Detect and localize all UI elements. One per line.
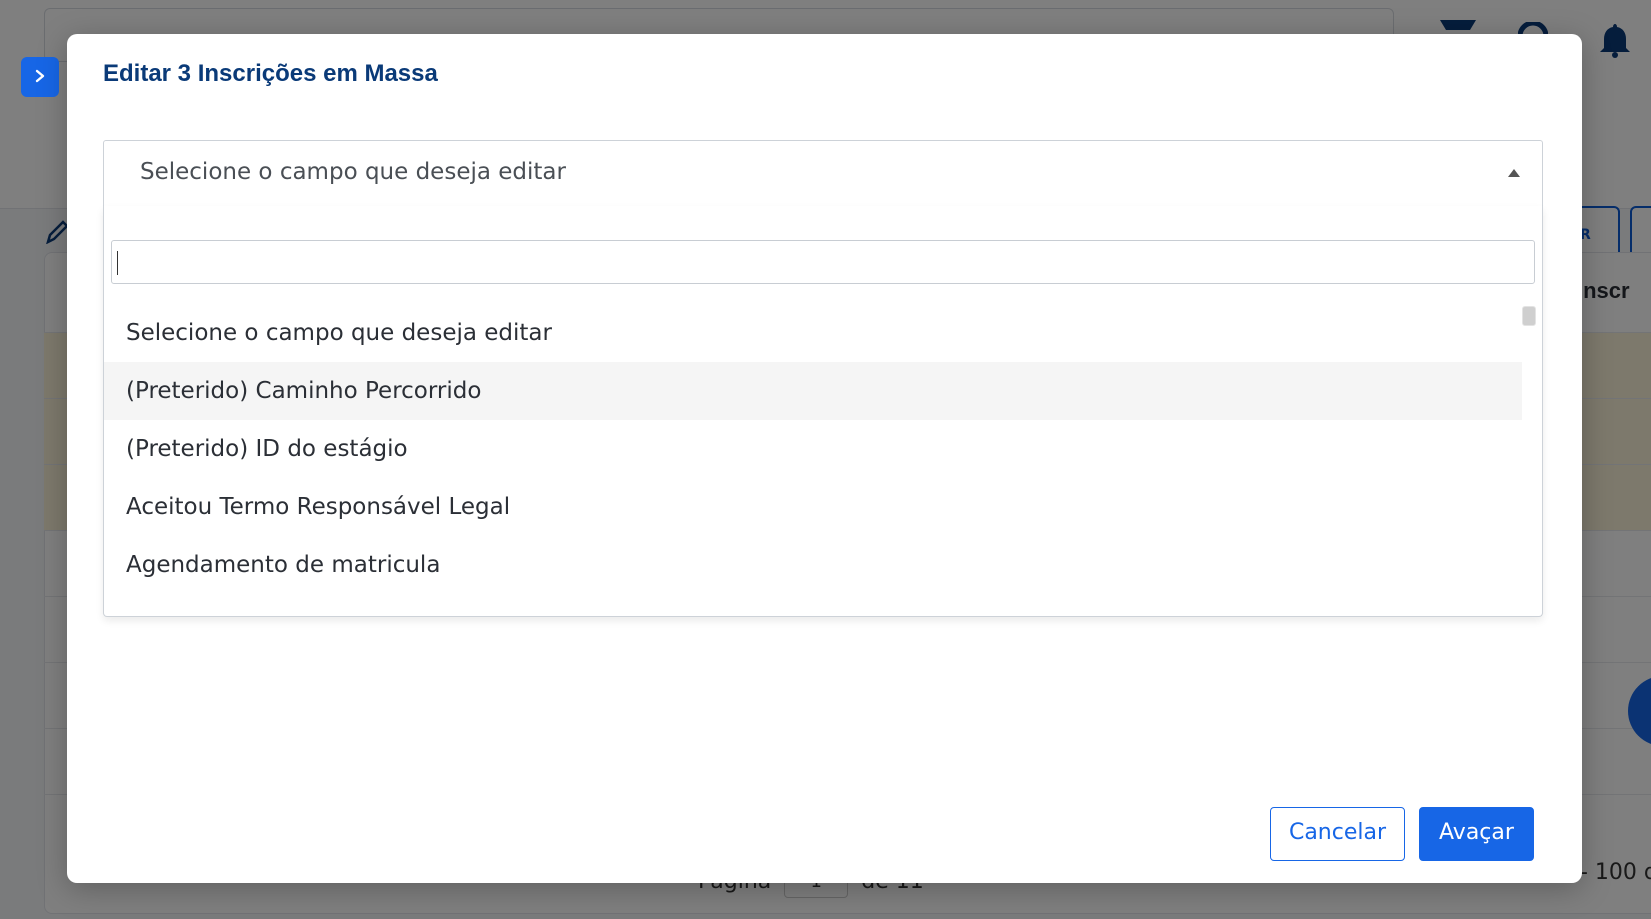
options-list: Selecione o campo que deseja editar (Pre… [104,304,1522,594]
list-item[interactable]: Agendamento de matricula [104,536,1522,594]
list-item[interactable]: (Preterido) ID do estágio [104,420,1522,478]
list-item[interactable]: Aceitou Termo Responsável Legal [104,478,1522,536]
dropdown-search-input[interactable] [111,240,1535,284]
dropdown-scrollbar[interactable] [1522,306,1536,326]
next-button[interactable]: Avaçar [1419,807,1534,861]
field-select[interactable]: Selecione o campo que deseja editar [103,140,1543,206]
caret-up-icon [1508,169,1520,177]
cancel-button[interactable]: Cancelar [1270,807,1405,861]
list-item[interactable]: (Preterido) Caminho Percorrido [104,362,1522,420]
sidebar-toggle-button[interactable] [21,57,59,97]
list-item[interactable]: Selecione o campo que deseja editar [104,304,1522,362]
bulk-edit-modal: Editar 3 Inscrições em Massa Selecione o… [67,34,1582,883]
text-cursor [117,251,118,275]
field-select-dropdown: Selecione o campo que deseja editar (Pre… [103,206,1543,617]
modal-title: Editar 3 Inscrições em Massa [103,60,438,87]
field-select-value: Selecione o campo que deseja editar [140,159,566,185]
chevron-right-icon [34,68,46,87]
